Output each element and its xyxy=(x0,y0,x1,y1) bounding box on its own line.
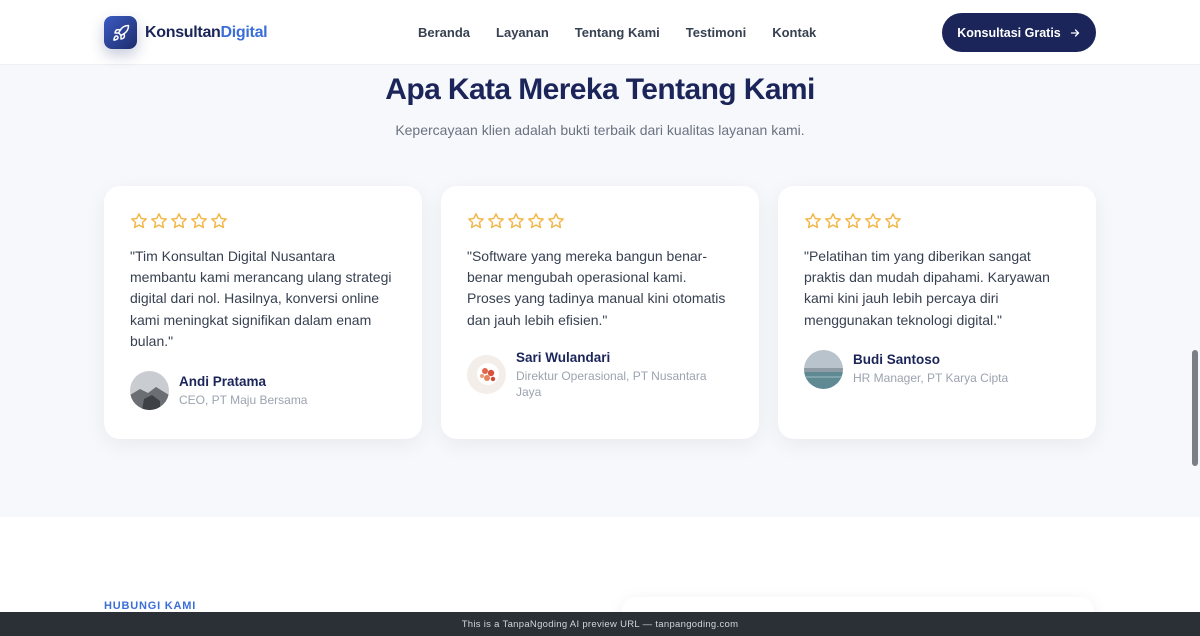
main-nav: Beranda Layanan Tentang Kami Testimoni K… xyxy=(418,25,816,40)
star-outline-icon xyxy=(845,213,861,229)
author-role: HR Manager, PT Karya Cipta xyxy=(853,371,1009,386)
nav-beranda[interactable]: Beranda xyxy=(418,25,470,40)
nav-kontak[interactable]: Kontak xyxy=(772,25,816,40)
nav-layanan[interactable]: Layanan xyxy=(496,25,549,40)
author-name: Sari Wulandari xyxy=(516,349,611,365)
author-name: Budi Santoso xyxy=(853,352,940,368)
preview-banner: This is a TanpaNgoding AI preview URL — … xyxy=(0,612,1200,636)
scrollbar-thumb[interactable] xyxy=(1192,350,1198,466)
rocket-icon xyxy=(104,16,137,49)
testimonial-quote: "Pelatihan tim yang diberikan sangat pra… xyxy=(804,248,1050,328)
star-rating xyxy=(467,212,733,232)
consultation-button-label: Konsultasi Gratis xyxy=(957,25,1061,40)
star-outline-icon xyxy=(488,213,504,229)
star-outline-icon xyxy=(825,213,841,229)
testimonial-card: "Pelatihan tim yang diberikan sangat pra… xyxy=(778,186,1096,439)
section-title: Apa Kata Mereka Tentang Kami xyxy=(385,73,815,106)
consultation-button[interactable]: Konsultasi Gratis xyxy=(942,13,1096,52)
star-outline-icon xyxy=(171,213,187,229)
author-role: CEO, PT Maju Bersama xyxy=(179,392,308,407)
avatar xyxy=(130,371,169,411)
site-header: KonsultanDigital Beranda Layanan Tentang… xyxy=(0,0,1200,65)
testimonial-card: "Tim Konsultan Digital Nusantara membant… xyxy=(104,186,422,439)
testimonial-quote: "Tim Konsultan Digital Nusantara membant… xyxy=(130,248,392,349)
testimonials-section: Apa Kata Mereka Tentang Kami Kepercayaan… xyxy=(0,65,1200,517)
testimonial-author: Budi Santoso HR Manager, PT Karya Cipta xyxy=(804,349,1070,389)
section-subtitle: Kepercayaan klien adalah bukti terbaik d… xyxy=(395,122,805,138)
testimonial-author: Andi Pratama CEO, PT Maju Bersama xyxy=(130,371,396,411)
star-outline-icon xyxy=(131,213,147,229)
star-outline-icon xyxy=(885,213,901,229)
brand-name-part2: Digital xyxy=(220,23,268,41)
contact-section-label: HUBUNGI KAMI xyxy=(104,600,197,612)
star-outline-icon xyxy=(805,213,821,229)
author-role: Direktur Operasional, PT Nusantara Jaya xyxy=(516,368,707,399)
testimonial-author: Sari Wulandari Direktur Operasional, PT … xyxy=(467,350,733,400)
arrow-right-icon xyxy=(1070,28,1079,37)
avatar xyxy=(467,355,506,395)
star-outline-icon xyxy=(191,213,207,229)
star-outline-icon xyxy=(865,213,881,229)
testimonial-quote: "Software yang mereka bangun benar-benar… xyxy=(467,248,726,328)
brand-name-part1: Konsultan xyxy=(145,23,221,41)
star-outline-icon xyxy=(151,213,167,229)
star-outline-icon xyxy=(468,213,484,229)
testimonial-card: "Software yang mereka bangun benar-benar… xyxy=(441,186,759,439)
star-outline-icon xyxy=(211,213,227,229)
star-outline-icon xyxy=(508,213,524,229)
nav-tentang-kami[interactable]: Tentang Kami xyxy=(575,25,660,40)
star-rating xyxy=(804,212,1070,232)
brand-name: KonsultanDigital xyxy=(145,23,268,42)
star-outline-icon xyxy=(528,213,544,229)
star-outline-icon xyxy=(548,213,564,229)
brand[interactable]: KonsultanDigital xyxy=(104,16,268,49)
author-name: Andi Pratama xyxy=(179,373,267,389)
nav-testimoni[interactable]: Testimoni xyxy=(686,25,746,40)
star-rating xyxy=(130,212,396,232)
avatar xyxy=(804,349,843,389)
